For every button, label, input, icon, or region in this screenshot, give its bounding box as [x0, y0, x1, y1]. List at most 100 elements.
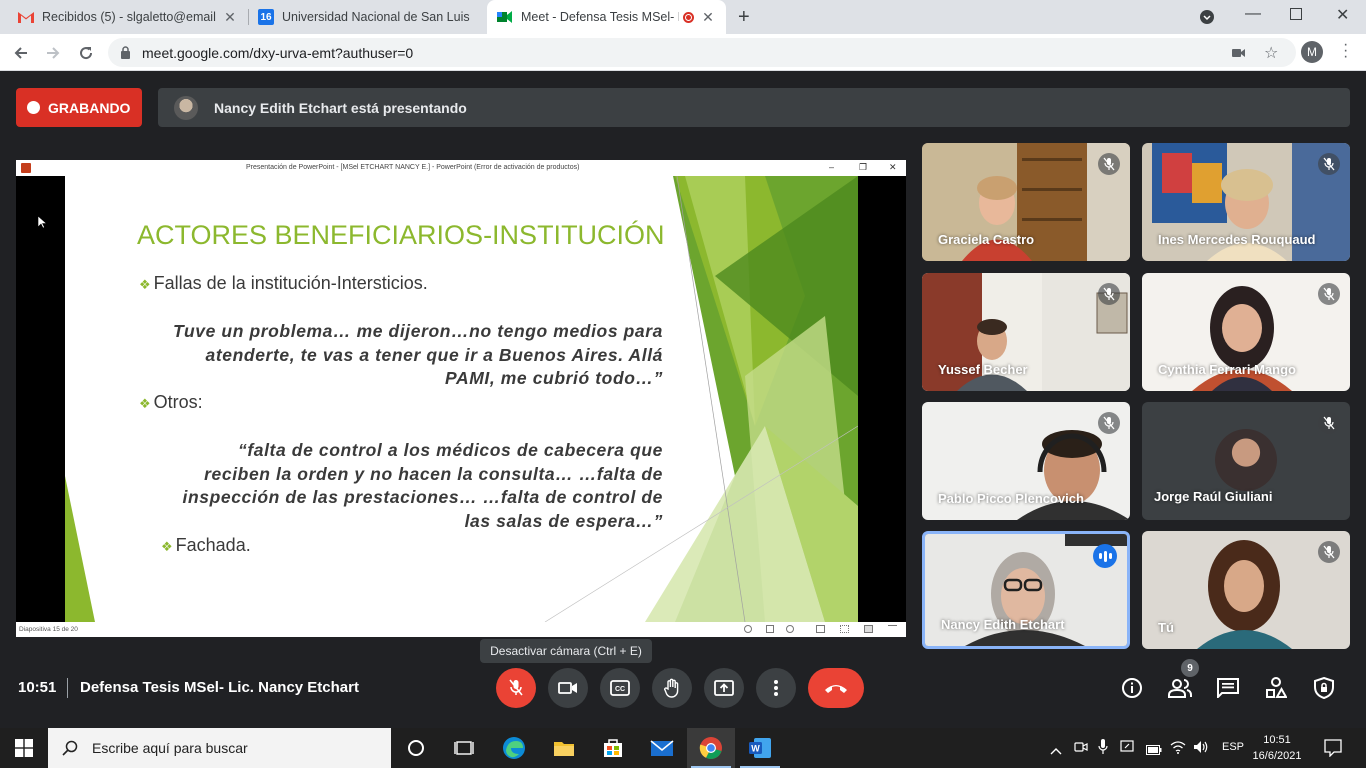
ppt-slideshow-icon — [888, 625, 897, 633]
edge-browser-icon[interactable] — [490, 728, 538, 768]
back-icon[interactable] — [8, 40, 34, 66]
recording-badge[interactable]: GRABANDO — [16, 88, 142, 127]
captions-button[interactable]: CC — [600, 668, 640, 708]
system-clock[interactable]: 10:51 16/6/2021 — [1252, 732, 1302, 764]
meet-controls-bar: 10:51 Defensa Tesis MSel- Lic. Nancy Etc… — [0, 659, 1366, 728]
shared-screen: Presentación de PowerPoint - [MSel ETCHA… — [16, 160, 906, 637]
ppt-reading-view-icon — [864, 625, 873, 633]
volume-icon[interactable] — [1193, 740, 1209, 759]
lock-icon[interactable] — [120, 46, 131, 64]
new-tab-icon[interactable]: + — [738, 6, 750, 29]
windows-taskbar: Escribe aquí para buscar W ESP 10:51 16/… — [0, 728, 1366, 768]
tab-search-icon[interactable] — [1200, 10, 1214, 24]
slide-quote-2: “falta de control a los médicos de cabec… — [182, 440, 663, 531]
mic-off-icon — [1098, 412, 1120, 434]
more-options-button[interactable] — [756, 668, 796, 708]
speaking-indicator-icon — [1093, 544, 1117, 568]
mic-off-icon — [1318, 412, 1340, 434]
leave-call-button[interactable] — [808, 668, 864, 708]
microphone-tray-icon[interactable] — [1098, 739, 1108, 760]
close-icon[interactable]: ✕ — [222, 9, 238, 26]
taskbar-search-box[interactable]: Escribe aquí para buscar — [48, 728, 391, 768]
ppt-minimize-icon: – — [829, 162, 835, 172]
notifications-icon[interactable] — [1324, 739, 1342, 762]
captions-icon: CC — [610, 680, 630, 696]
raise-hand-button[interactable] — [652, 668, 692, 708]
ppt-close-icon: ✕ — [889, 162, 897, 172]
tab-title: Recibidos (5) - slgaletto@email.u — [42, 10, 216, 24]
presenter-avatar — [174, 95, 198, 120]
slide-bullet: ❖ Fallas de la institución-Intersticios. — [139, 273, 428, 293]
camera-toggle-button[interactable] — [548, 668, 588, 708]
word-icon[interactable]: W — [736, 728, 784, 768]
network-tray-icon[interactable] — [1120, 740, 1136, 759]
close-window-icon[interactable]: ✕ — [1336, 5, 1349, 25]
participant-name: Jorge Raúl Giuliani — [1154, 489, 1273, 504]
shield-lock-icon — [1314, 677, 1334, 699]
slide-counter: Diapositiva 15 de 20 — [19, 626, 78, 633]
close-icon[interactable]: ✕ — [700, 9, 716, 26]
powerpoint-icon — [21, 163, 31, 173]
raise-hand-icon — [664, 678, 679, 698]
mic-toggle-button[interactable] — [496, 668, 536, 708]
mic-off-icon — [1098, 153, 1120, 175]
wifi-icon[interactable] — [1170, 740, 1186, 759]
windows-start-icon[interactable] — [0, 728, 48, 768]
input-language-indicator[interactable]: ESP — [1222, 741, 1244, 753]
presenter-banner-text: Nancy Edith Etchart está presentando — [214, 99, 467, 116]
chrome-menu-icon[interactable]: · · · — [1343, 37, 1348, 65]
participant-tile[interactable]: Ines Mercedes Rouquaud — [1142, 143, 1350, 261]
minimize-icon[interactable]: — — [1245, 5, 1261, 23]
browser-tab-strip: Recibidos (5) - slgaletto@email.u ✕ 16 U… — [0, 0, 1366, 34]
participant-tile-self[interactable]: Tú — [1142, 531, 1350, 649]
participant-tile[interactable]: Jorge Raúl Giuliani — [1142, 402, 1350, 520]
ppt-normal-view-icon — [816, 625, 825, 633]
present-now-button[interactable] — [704, 668, 744, 708]
participant-name: Nancy Edith Etchart — [941, 617, 1065, 632]
address-bar[interactable]: meet.google.com/dxy-urva-emt?authuser=0 … — [108, 38, 1296, 67]
system-date: 16/6/2021 — [1252, 750, 1302, 762]
meeting-details-button[interactable] — [1117, 673, 1147, 703]
participant-tile[interactable]: Pablo Picco Plencovich — [922, 402, 1130, 520]
video-camera-icon — [558, 682, 577, 694]
slide: ACTORES BENEFICIARIOS-INSTITUCIÓN ❖ Falla… — [65, 176, 858, 622]
meet-now-icon[interactable] — [1074, 740, 1088, 759]
task-view-icon[interactable] — [440, 728, 488, 768]
bookmark-star-icon[interactable]: ☆ — [1264, 43, 1278, 63]
tab-meet[interactable]: Meet - Defensa Tesis MSel- L ✕ — [487, 0, 726, 34]
people-icon — [1168, 679, 1192, 698]
file-explorer-icon[interactable] — [540, 728, 588, 768]
cortana-icon[interactable] — [392, 728, 440, 768]
svg-text:CC: CC — [615, 686, 625, 693]
participants-button[interactable] — [1165, 673, 1195, 703]
forward-icon[interactable] — [40, 40, 66, 66]
chat-button[interactable] — [1213, 673, 1243, 703]
tab-gmail[interactable]: Recibidos (5) - slgaletto@email.u ✕ — [8, 0, 248, 34]
meet-stage: GRABANDO Nancy Edith Etchart está presen… — [0, 71, 1366, 728]
microsoft-store-icon[interactable] — [589, 728, 637, 768]
host-controls-button[interactable] — [1309, 673, 1339, 703]
participant-tile[interactable]: Cynthia Ferrari Mango — [1142, 273, 1350, 391]
present-screen-icon — [714, 680, 734, 696]
chrome-taskbar-icon[interactable] — [687, 728, 735, 768]
battery-icon[interactable] — [1146, 742, 1162, 760]
bullet-icon: ❖ — [161, 539, 173, 554]
profile-avatar[interactable]: M — [1301, 41, 1323, 63]
mail-icon[interactable] — [638, 728, 686, 768]
mouse-cursor-icon — [37, 215, 48, 234]
show-hidden-icons-icon[interactable] — [1050, 742, 1062, 760]
hang-up-icon — [825, 685, 847, 693]
camera-icon[interactable] — [1232, 46, 1246, 64]
maximize-icon[interactable] — [1290, 8, 1302, 20]
search-placeholder: Escribe aquí para buscar — [92, 740, 248, 756]
participant-tile[interactable]: Yussef Becher — [922, 273, 1130, 391]
tab-universidad[interactable]: 16 Universidad Nacional de San Luis — [248, 0, 486, 34]
participant-name: Cynthia Ferrari Mango — [1158, 362, 1296, 377]
slide-title: ACTORES BENEFICIARIOS-INSTITUCIÓN — [137, 220, 665, 250]
activities-button[interactable] — [1261, 673, 1291, 703]
participant-tile-active-speaker[interactable]: Nancy Edith Etchart — [922, 531, 1130, 649]
participant-tile[interactable]: Graciela Castro — [922, 143, 1130, 261]
mic-off-icon — [1318, 283, 1340, 305]
reload-icon[interactable] — [73, 40, 99, 66]
gmail-icon — [18, 9, 34, 25]
